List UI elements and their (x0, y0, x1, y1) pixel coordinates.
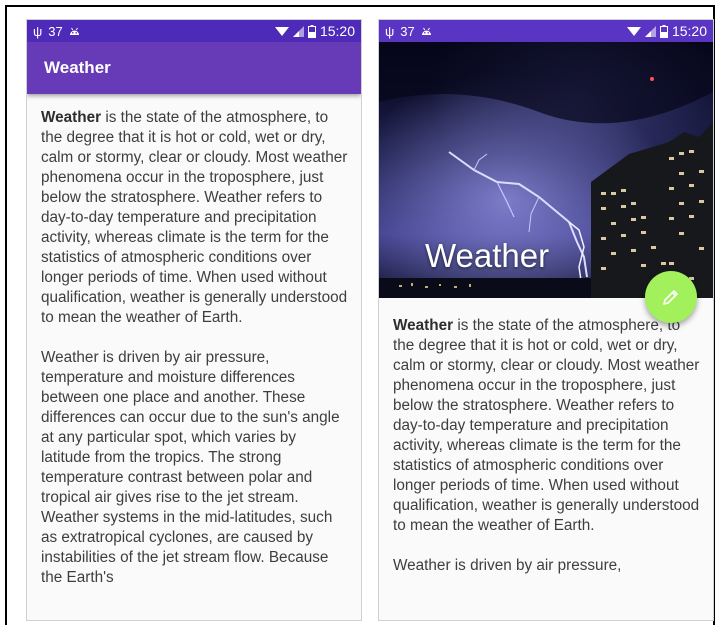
article-content: Weather is the state of the atmosphere, … (27, 108, 361, 608)
wifi-icon (274, 26, 289, 36)
status-time: 15:20 (319, 23, 355, 39)
article-paragraph: Weather is driven by air pressure, tempe… (41, 348, 348, 588)
article-text: Weather is driven by air pressure, tempe… (41, 349, 340, 586)
status-bar: ψ 37 15:20 (379, 20, 713, 42)
article-text: Weather is driven by air pressure, (393, 557, 622, 574)
hero-title: Weather (425, 237, 550, 274)
article-content: Weather is the state of the atmosphere, … (379, 316, 713, 596)
status-time: 15:20 (671, 23, 707, 39)
battery-percent: 37 (48, 23, 63, 39)
app-bar-title: Weather (44, 58, 111, 77)
article-text: is the state of the atmosphere, to the d… (41, 109, 348, 326)
signal-icon (644, 25, 656, 37)
battery-icon (307, 24, 316, 38)
pencil-icon (663, 290, 678, 305)
android-debug-icon (421, 27, 431, 35)
wifi-icon (626, 26, 641, 36)
article-lead-term: Weather (41, 109, 102, 126)
signal-icon (292, 25, 304, 37)
status-bar: ψ 37 15:20 (27, 20, 361, 42)
hero-image: Weather (379, 42, 713, 298)
article-text: is the state of the atmosphere, to the d… (393, 317, 700, 534)
app-bar: Weather (27, 42, 361, 94)
article-lead-term: Weather (393, 317, 454, 334)
phone-screen-detail: ψ 37 15:20 Weather Weather is the state … (379, 20, 713, 620)
android-debug-icon (69, 27, 79, 35)
usb-icon: ψ (385, 23, 395, 39)
battery-percent: 37 (400, 23, 415, 39)
usb-icon: ψ (33, 23, 43, 39)
phone-screen-list: ψ 37 15:20 Weather Weather is the state … (27, 20, 361, 620)
article-paragraph: Weather is driven by air pressure, (393, 556, 700, 576)
article-paragraph: Weather is the state of the atmosphere, … (393, 316, 700, 536)
edit-fab-button[interactable] (645, 271, 697, 323)
battery-icon (659, 24, 668, 38)
article-paragraph: Weather is the state of the atmosphere, … (41, 108, 348, 328)
